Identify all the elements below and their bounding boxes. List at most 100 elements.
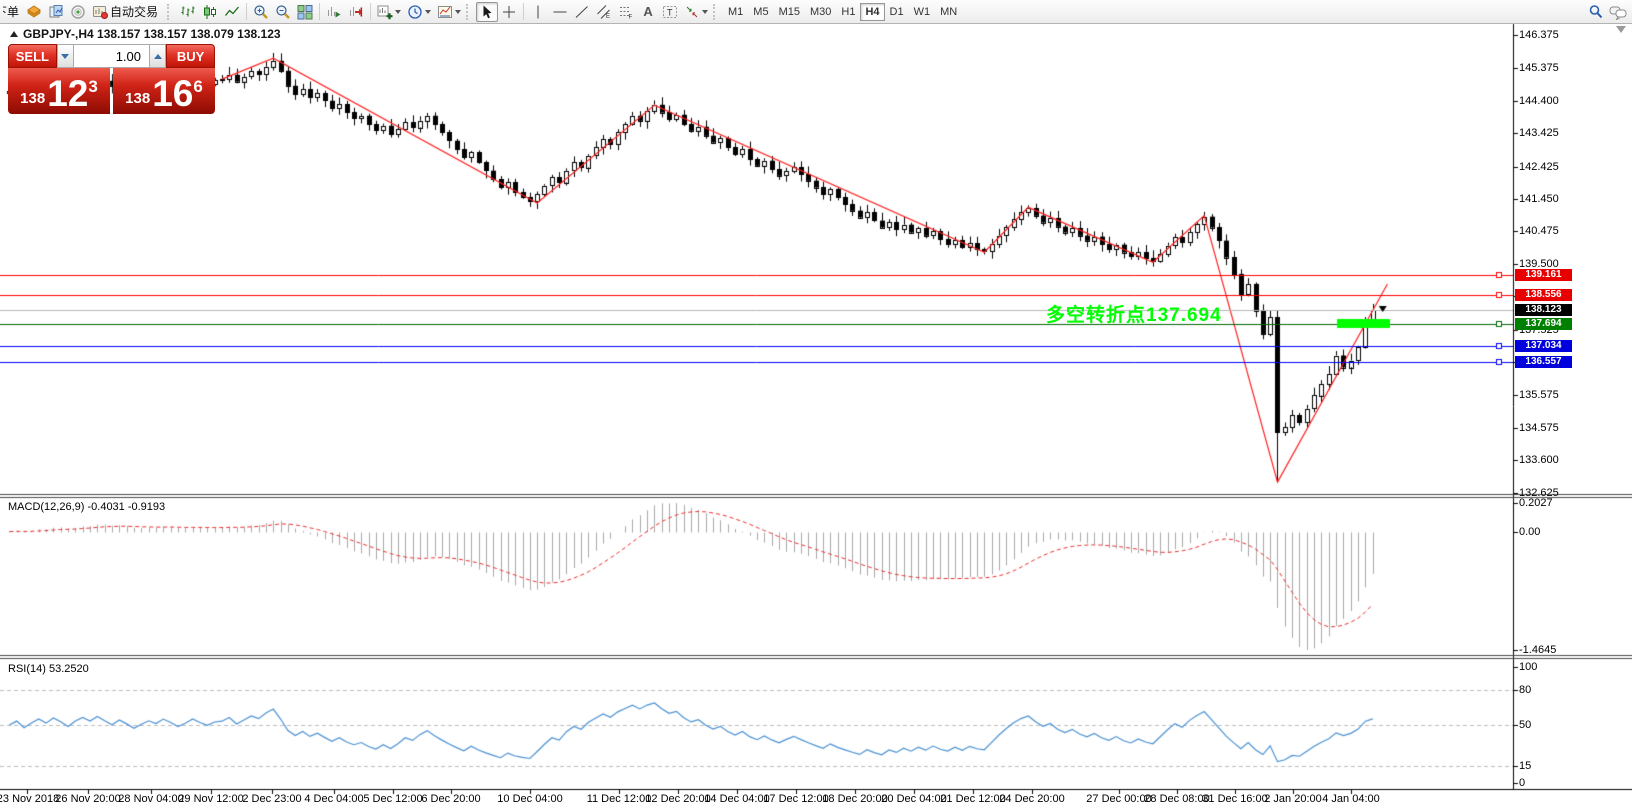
price-axis-tick: 133.600	[1519, 454, 1559, 466]
price-level-badge: 136.557	[1515, 356, 1572, 368]
arrow-tools-button[interactable]	[681, 2, 711, 22]
chart-symbol-title[interactable]: GBPJPY-,H4 138.157 138.157 138.079 138.1…	[10, 27, 281, 41]
vertical-line-tool-button[interactable]	[527, 2, 549, 22]
price-axis-tick: 145.375	[1519, 62, 1559, 74]
chevron-down-icon	[395, 9, 402, 14]
main-toolbar: 下单 自动交易	[0, 0, 1632, 24]
new-order-button[interactable]	[23, 2, 45, 22]
candlestick-chart-button[interactable]	[199, 2, 221, 22]
new-order-icon	[26, 4, 42, 20]
price-level-badge: 139.161	[1515, 269, 1572, 281]
zoom-out-button[interactable]	[272, 2, 294, 22]
arrow-up-icon	[153, 53, 162, 59]
price-axis-tick: 144.400	[1519, 95, 1559, 107]
timeframe-button-m15[interactable]: M15	[774, 3, 805, 21]
macd-axis-zero: 0.00	[1519, 525, 1541, 538]
signals-button[interactable]	[67, 2, 89, 22]
auto-scroll-button[interactable]	[323, 2, 345, 22]
buy-price-sup: 6	[193, 77, 203, 96]
zoom-in-button[interactable]	[250, 2, 272, 22]
chart-shift-marker-icon[interactable]	[1616, 26, 1626, 33]
crosshair-icon	[501, 4, 517, 20]
timeframe-button-m5[interactable]: M5	[748, 3, 773, 21]
templates-icon	[437, 4, 453, 20]
volume-decrease-button[interactable]	[56, 44, 74, 68]
sell-price-prefix: 138	[20, 90, 46, 107]
vertical-line-icon	[530, 4, 546, 20]
new-chart-icon	[377, 4, 393, 20]
time-axis-label: 4 Jan 04:00	[1322, 793, 1380, 805]
trendline-tool-button[interactable]	[571, 2, 593, 22]
timeframe-button-h4[interactable]: H4	[860, 2, 885, 21]
chart-shift-button[interactable]	[345, 2, 367, 22]
search-icon	[1588, 4, 1604, 20]
tile-windows-icon	[297, 4, 313, 20]
fibonacci-tool-button[interactable]: F	[615, 2, 637, 22]
buy-price-display[interactable]: 138 16 6	[113, 68, 215, 114]
rsi-axis-tick: 50	[1519, 719, 1532, 731]
zoom-out-icon	[275, 4, 291, 20]
chat-button[interactable]	[1607, 2, 1629, 22]
timeframe-button-h1[interactable]: H1	[836, 3, 860, 21]
price-axis-tick: 140.475	[1519, 225, 1559, 237]
timeframe-button-m30[interactable]: M30	[805, 3, 836, 21]
toolbar-separator	[246, 3, 248, 20]
bar-chart-button[interactable]	[177, 2, 199, 22]
chevron-down-icon	[702, 9, 709, 14]
chart-area[interactable]	[0, 0, 1632, 812]
collapse-arrow-icon	[10, 31, 18, 37]
periods-button[interactable]	[404, 2, 434, 22]
templates-button[interactable]	[434, 2, 464, 22]
new-chart-button[interactable]	[374, 2, 404, 22]
time-axis-label: 23 Nov 2018	[0, 793, 60, 805]
macd-axis-min: -1.4645	[1519, 644, 1557, 656]
fibonacci-icon: F	[618, 4, 634, 20]
price-axis-tick: 135.575	[1519, 389, 1559, 401]
search-button[interactable]	[1585, 2, 1607, 22]
timeframe-button-d1[interactable]: D1	[885, 3, 909, 21]
tile-windows-button[interactable]	[294, 2, 316, 22]
timeframe-button-m1[interactable]: M1	[723, 3, 748, 21]
line-chart-button[interactable]	[221, 2, 243, 22]
text-label-tool-button[interactable]: T	[659, 2, 681, 22]
chart-title-text: GBPJPY-,H4 138.157 138.157 138.079 138.1…	[23, 27, 281, 41]
cursor-icon	[479, 4, 495, 20]
arrow-tools-icon	[684, 4, 700, 20]
crosshair-tool-button[interactable]	[498, 2, 520, 22]
chevron-down-icon	[455, 9, 462, 14]
chat-icon	[1609, 4, 1627, 20]
toolbar-grip	[466, 3, 472, 20]
auto-trading-button[interactable]: 自动交易	[89, 2, 165, 22]
price-axis-tick: 143.425	[1519, 127, 1559, 139]
cursor-tool-button[interactable]	[476, 1, 499, 22]
pivot-annotation-text: 多空转折点137.694	[1046, 305, 1222, 326]
time-axis-label: 12 Dec 20:00	[645, 793, 711, 805]
timeframe-button-w1[interactable]: W1	[909, 3, 936, 21]
bar-chart-icon	[180, 4, 196, 20]
time-axis-label: 17 Dec 12:00	[763, 793, 829, 805]
timeframe-group: M1 M5 M15 M30 H1 H4 D1 W1 MN	[723, 2, 962, 21]
buy-button[interactable]: BUY	[166, 44, 215, 68]
time-axis-label: 31 Dec 16:00	[1202, 793, 1268, 805]
time-axis-label: 24 Dec 20:00	[999, 793, 1065, 805]
candlestick-chart-icon	[202, 4, 218, 20]
svg-text:E: E	[606, 14, 610, 20]
volume-input[interactable]	[74, 44, 149, 68]
toolbar-separator	[523, 3, 525, 20]
market-watch-button[interactable]	[45, 2, 67, 22]
rsi-indicator-label: RSI(14) 53.2520	[8, 663, 89, 675]
svg-text:T: T	[667, 7, 673, 17]
sell-button[interactable]: SELL	[8, 44, 57, 68]
timeframe-button-mn[interactable]: MN	[935, 3, 962, 21]
order-button[interactable]: 下单	[3, 3, 23, 20]
signals-icon	[70, 4, 86, 20]
time-axis-label: 6 Dec 20:00	[421, 793, 481, 805]
text-tool-button[interactable]: A	[637, 2, 659, 22]
price-axis-tick: 142.425	[1519, 161, 1559, 173]
sell-price-display[interactable]: 138 12 3	[8, 68, 110, 114]
trendline-icon	[574, 4, 590, 20]
buy-price-big: 16	[152, 73, 194, 115]
channel-tool-button[interactable]: E	[593, 2, 615, 22]
horizontal-line-tool-button[interactable]	[549, 2, 571, 22]
volume-increase-button[interactable]	[149, 44, 167, 68]
